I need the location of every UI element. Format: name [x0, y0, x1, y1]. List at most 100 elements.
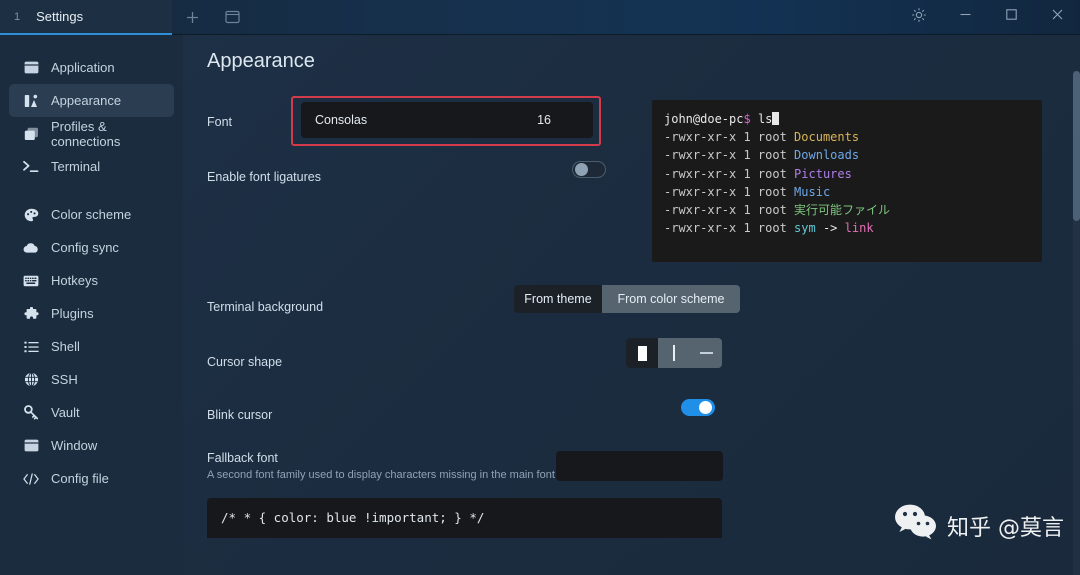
terminal-command: ls — [757, 112, 773, 126]
toggle-knob — [575, 163, 588, 176]
cursor-shape-label: Cursor shape — [207, 355, 283, 369]
minimize-icon — [959, 8, 972, 26]
sidebar-item-color-scheme[interactable]: Color scheme — [9, 198, 174, 231]
terminal-background-label: Terminal background — [207, 300, 324, 314]
page-title: Appearance — [207, 50, 315, 72]
sidebar-item-label: Appearance — [51, 93, 122, 108]
window-icon — [23, 60, 39, 76]
sidebar-item-label: Config sync — [51, 240, 119, 255]
sidebar-item-vault[interactable]: Vault — [9, 396, 174, 429]
wechat-icon — [894, 504, 940, 547]
cursor-underline-icon — [699, 352, 713, 354]
sidebar-item-plugins[interactable]: Plugins — [9, 297, 174, 330]
profiles-icon — [23, 126, 39, 142]
terminal-line-name: Music — [794, 184, 831, 199]
maximize-button[interactable] — [988, 0, 1034, 34]
terminal-line-name: Downloads — [794, 148, 860, 163]
terminal-symlink-arrow: -> — [815, 221, 845, 236]
custom-css-editor[interactable]: /* * { color: blue !important; } */ — [207, 498, 722, 538]
cursor-block-icon — [637, 345, 647, 361]
fallback-font-description: A second font family used to display cha… — [207, 469, 555, 481]
titlebar-spacer — [252, 0, 896, 34]
tab-settings[interactable]: 1 Settings — [0, 0, 172, 35]
window-icon — [23, 438, 39, 454]
sidebar-item-label: Color scheme — [51, 207, 132, 222]
cloud-icon — [23, 240, 39, 256]
ligatures-toggle[interactable] — [572, 161, 606, 178]
terminal-line-perms: -rwxr-xr-x 1 root — [664, 166, 795, 181]
blink-cursor-toggle[interactable] — [681, 399, 715, 416]
settings-window: 1 Settings Application Appearance Profil… — [0, 0, 1080, 575]
sidebar-item-shell[interactable]: Shell — [9, 330, 174, 363]
gear-icon — [911, 7, 927, 28]
keyboard-icon — [23, 273, 39, 289]
split-pane-icon — [224, 10, 240, 24]
minimize-button[interactable] — [942, 0, 988, 34]
font-size-value: 16 — [537, 113, 551, 127]
terminal-symlink-target: link — [844, 221, 874, 236]
fallback-font-label: Fallback font — [207, 451, 278, 465]
sidebar-item-label: Vault — [51, 405, 80, 420]
cursor-block-button[interactable] — [626, 338, 658, 368]
terminal-prompt: john@doe-pc — [664, 112, 744, 126]
sidebar-item-label: Application — [51, 60, 115, 75]
sidebar-item-label: Hotkeys — [51, 273, 98, 288]
terminal-background-segmented: From theme From color scheme — [514, 285, 740, 313]
sidebar-item-application[interactable]: Application — [9, 51, 174, 84]
sidebar-item-label: Plugins — [51, 306, 94, 321]
fallback-font-input[interactable] — [556, 451, 723, 481]
tab-title: Settings — [36, 9, 84, 24]
cursor-shape-segmented — [626, 338, 722, 368]
terminal-symlink-source: sym — [794, 221, 816, 236]
terminal-preview: john@doe-pc$ ls -rwxr-xr-x 1 root Docume… — [652, 100, 1042, 262]
font-label: Font — [207, 115, 233, 129]
close-icon — [1051, 8, 1064, 26]
split-pane-button[interactable] — [212, 0, 252, 34]
puzzle-icon — [23, 306, 39, 322]
terminal-line-name: Documents — [794, 130, 860, 145]
settings-button[interactable] — [896, 0, 942, 34]
sidebar-item-label: Shell — [51, 339, 80, 354]
terminal-line-perms: -rwxr-xr-x 1 root — [664, 148, 795, 163]
from-theme-button[interactable]: From theme — [514, 285, 602, 313]
terminal-line-name: Pictures — [794, 166, 852, 181]
sidebar-item-label: Config file — [51, 471, 109, 486]
sidebar-divider — [0, 183, 183, 198]
terminal-line-perms: -rwxr-xr-x 1 root — [664, 184, 795, 199]
watermark-text: 知乎 @莫言 — [947, 515, 1064, 541]
palette-icon — [23, 207, 39, 223]
sidebar-item-config-sync[interactable]: Config sync — [9, 231, 174, 264]
sidebar-item-profiles-connections[interactable]: Profiles & connections — [9, 117, 174, 150]
sidebar-item-terminal[interactable]: Terminal — [9, 150, 174, 183]
sidebar-item-config-file[interactable]: Config file — [9, 462, 174, 495]
sidebar-item-hotkeys[interactable]: Hotkeys — [9, 264, 174, 297]
cursor-bar-icon — [673, 345, 675, 361]
sidebar-item-appearance[interactable]: Appearance — [9, 84, 174, 117]
sidebar-item-window[interactable]: Window — [9, 429, 174, 462]
new-tab-button[interactable] — [172, 0, 212, 34]
terminal-line-perms: -rwxr-xr-x 1 root — [664, 203, 795, 218]
sidebar-item-ssh[interactable]: SSH — [9, 363, 174, 396]
cursor-underline-button[interactable] — [690, 338, 722, 368]
cursor-bar-button[interactable] — [658, 338, 690, 368]
sidebar-item-label: SSH — [51, 372, 78, 387]
sidebar-item-label: Profiles & connections — [51, 118, 121, 149]
globe-icon — [23, 372, 39, 388]
sidebar: Application Appearance Profiles & connec… — [0, 35, 183, 575]
blink-cursor-label: Blink cursor — [207, 408, 273, 422]
content-scrollbar[interactable] — [1073, 71, 1080, 575]
close-button[interactable] — [1034, 0, 1080, 34]
toggle-knob — [699, 401, 712, 414]
terminal-prompt-icon — [23, 159, 39, 175]
from-color-scheme-button[interactable]: From color scheme — [602, 285, 740, 313]
font-input[interactable]: Consolas 16 — [301, 102, 593, 138]
terminal-symlink-perms: -rwxr-xr-x 1 root — [664, 221, 795, 236]
settings-content: Appearance Font Consolas 16 Enable font … — [183, 35, 1080, 575]
ligatures-label: Enable font ligatures — [207, 170, 321, 184]
terminal-cursor-icon — [772, 112, 780, 125]
scrollbar-thumb[interactable] — [1073, 71, 1080, 221]
watermark: 知乎 @莫言 — [894, 504, 1064, 547]
terminal-prompt-symbol: $ — [743, 112, 751, 126]
title-bar: 1 Settings — [0, 0, 1080, 35]
plus-icon — [185, 10, 200, 25]
